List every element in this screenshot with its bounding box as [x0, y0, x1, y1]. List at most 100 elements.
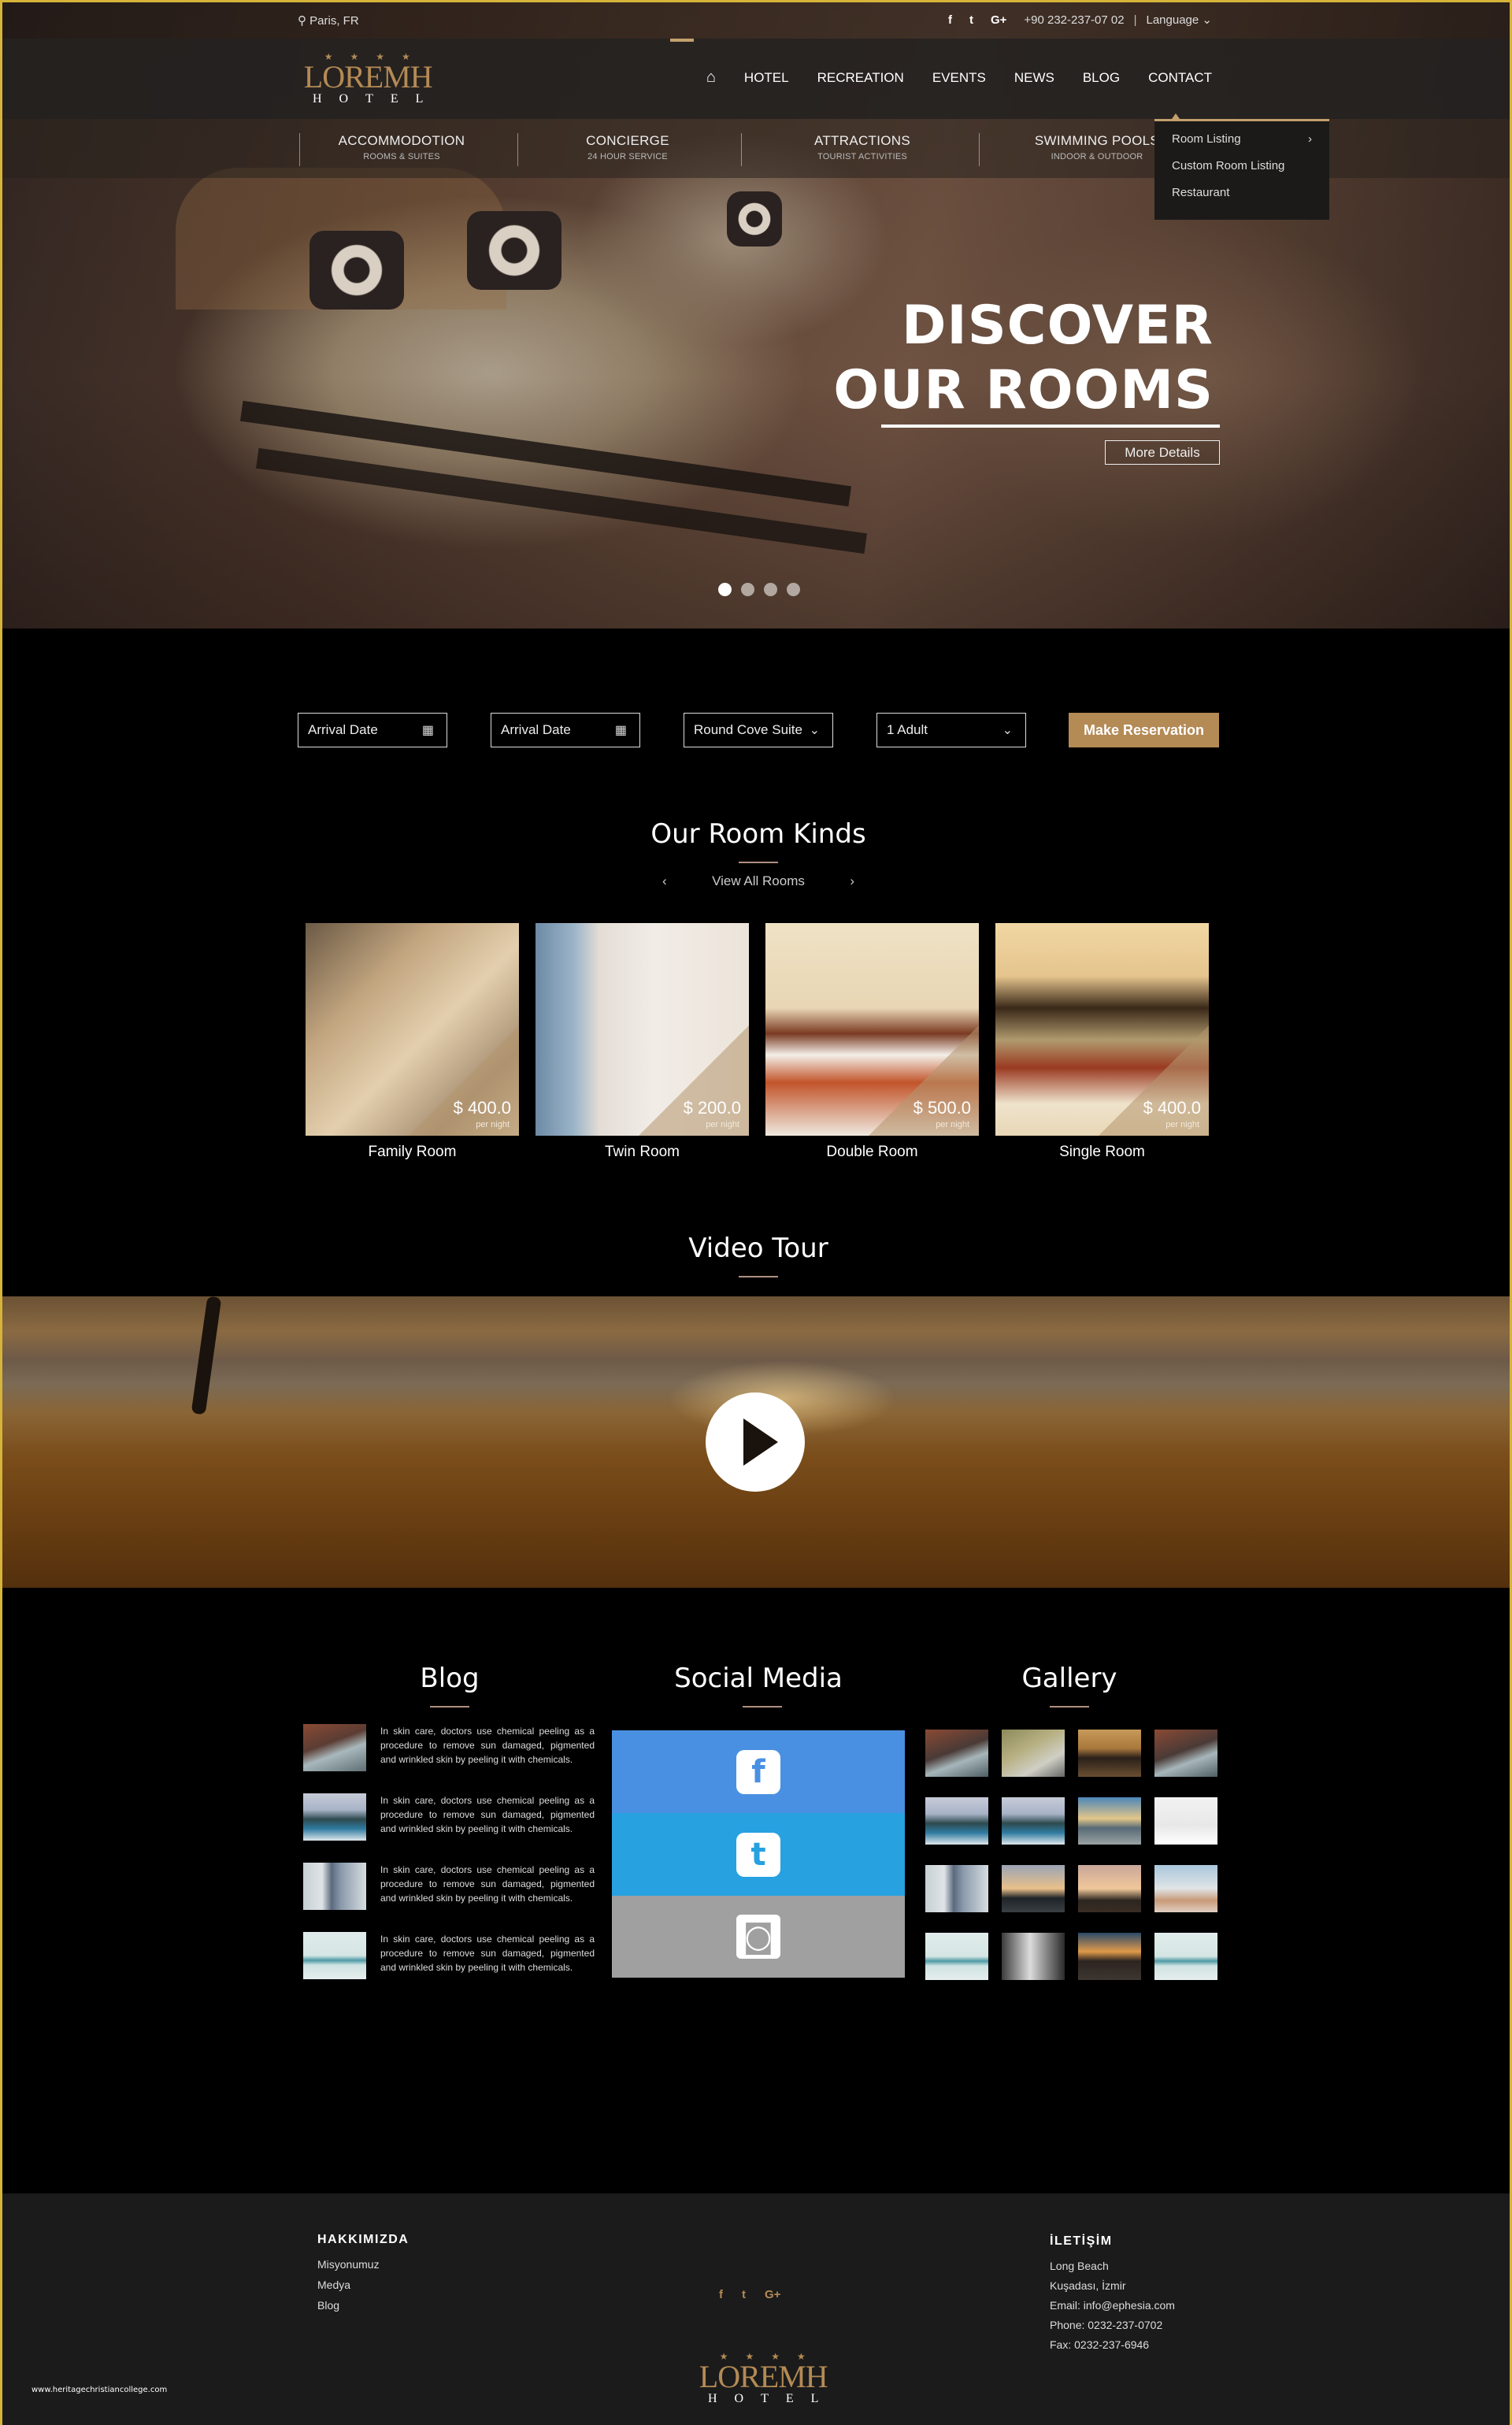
google-plus-icon[interactable]: G+	[765, 2288, 780, 2301]
gallery-thumbnail[interactable]	[1078, 1933, 1141, 1980]
hero-underline	[881, 425, 1220, 428]
twitter-icon[interactable]: t	[969, 13, 973, 27]
departure-date-input[interactable]: Arrival Date ▦	[491, 713, 640, 747]
gallery-thumbnail[interactable]	[1078, 1730, 1141, 1777]
blog-post[interactable]: In skin care, doctors use chemical peeli…	[303, 1932, 595, 1979]
hero-title: DISCOVER OUR ROOMS	[833, 294, 1214, 423]
dropdown-caret	[1172, 113, 1180, 119]
play-button-icon[interactable]	[706, 1392, 805, 1492]
gallery-thumbnail[interactable]	[1154, 1797, 1217, 1845]
room-name: Twin Room	[604, 1144, 680, 1160]
blog-post[interactable]: In skin care, doctors use chemical peeli…	[303, 1724, 595, 1771]
footer-link-misyonumuz[interactable]: Misyonumuz	[317, 2258, 380, 2271]
chevron-right-icon[interactable]: ›	[850, 873, 854, 889]
view-all-rooms-link[interactable]: View All Rooms	[712, 873, 805, 889]
nav-item-events[interactable]: EVENTS	[932, 70, 986, 86]
blog-post[interactable]: In skin care, doctors use chemical peeli…	[303, 1863, 595, 1910]
room-card[interactable]: $ 500.0 per night Double Room	[765, 923, 979, 1161]
room-card[interactable]: $ 400.0 per night Single Room	[995, 923, 1209, 1161]
top-bar-right: f t G+ +90 232-237-07 02 | Language ⌄	[948, 13, 1213, 28]
room-card[interactable]: $ 400.0 per night Family Room	[306, 923, 519, 1161]
room-price-unit: per night	[476, 1120, 510, 1129]
gallery-thumbnail[interactable]	[1002, 1797, 1065, 1845]
location: ⚲ Paris, FR	[298, 13, 359, 28]
location-text: Paris, FR	[309, 14, 359, 28]
social-instagram[interactable]: ◙	[612, 1896, 905, 1978]
gallery-thumbnail[interactable]	[1078, 1797, 1141, 1845]
subnav-title: ATTRACTIONS	[814, 133, 910, 148]
nav-item-recreation[interactable]: RECREATION	[817, 70, 904, 86]
facebook-icon[interactable]: f	[948, 13, 952, 27]
google-plus-icon[interactable]: G+	[991, 13, 1006, 27]
nav-item-news[interactable]: NEWS	[1014, 70, 1054, 86]
gallery-thumbnail[interactable]	[1154, 1933, 1217, 1980]
hero-image-pillow	[309, 231, 404, 310]
gallery-thumbnail[interactable]	[925, 1933, 988, 1980]
blog-section-title: Blog	[420, 1663, 480, 1694]
blog-excerpt: In skin care, doctors use chemical peeli…	[380, 1934, 595, 1973]
hero-title-line2: OUR ROOMS	[833, 359, 1214, 421]
logo[interactable]: ★★★★ LOREMH HOTEL	[295, 51, 440, 106]
gallery-thumbnail[interactable]	[1154, 1730, 1217, 1777]
room-price: $ 400.0	[1143, 1098, 1201, 1118]
home-icon[interactable]: ⌂	[706, 69, 716, 87]
dropdown-item-custom-room-listing[interactable]: Custom Room Listing	[1172, 159, 1312, 186]
chevron-down-icon: ⌄	[1002, 724, 1013, 737]
slider-dot[interactable]	[741, 583, 754, 596]
dropdown-item-label: Restaurant	[1172, 186, 1230, 199]
subnav-subtitle: 24 HOUR SERVICE	[587, 152, 668, 161]
make-reservation-button[interactable]: Make Reservation	[1069, 713, 1219, 747]
gallery-thumbnail[interactable]	[1154, 1865, 1217, 1912]
gallery-thumbnail[interactable]	[1002, 1865, 1065, 1912]
more-details-button[interactable]: More Details	[1105, 440, 1220, 465]
social-twitter[interactable]: t	[612, 1813, 905, 1896]
subnav-item-concierge[interactable]: CONCIERGE 24 HOUR SERVICE	[517, 133, 738, 161]
nav-item-contact[interactable]: CONTACT	[1148, 70, 1212, 86]
slider-dot[interactable]	[764, 583, 777, 596]
gallery-thumbnail[interactable]	[925, 1730, 988, 1777]
blog-post[interactable]: In skin care, doctors use chemical peeli…	[303, 1793, 595, 1841]
nav-item-hotel[interactable]: HOTEL	[744, 70, 789, 86]
arrival-date-input[interactable]: Arrival Date ▦	[298, 713, 447, 747]
gallery-thumbnail[interactable]	[1002, 1933, 1065, 1980]
subnav-item-accommodation[interactable]: ACCOMMODOTION ROOMS & SUITES	[291, 133, 512, 161]
blog-excerpt: In skin care, doctors use chemical peeli…	[380, 1795, 595, 1834]
dropdown-item-room-listing[interactable]: Room Listing ›	[1172, 132, 1312, 159]
video-section-title: Video Tour	[688, 1233, 828, 1264]
social-section-title: Social Media	[674, 1663, 843, 1694]
contact-email[interactable]: Email: info@ephesia.com	[1050, 2299, 1175, 2312]
facebook-icon: f	[736, 1749, 780, 1794]
slider-dot[interactable]	[787, 583, 800, 596]
section-rule	[430, 1706, 469, 1708]
language-dropdown[interactable]: Language ⌄	[1147, 13, 1213, 27]
section-rule	[739, 1276, 778, 1277]
subnav-item-attractions[interactable]: ATTRACTIONS TOURIST ACTIVITIES	[752, 133, 973, 161]
subnav-subtitle: TOURIST ACTIVITIES	[817, 152, 907, 161]
social-facebook[interactable]: f	[612, 1730, 905, 1813]
room-price: $ 200.0	[683, 1098, 741, 1118]
separator: |	[1133, 13, 1137, 27]
guests-select[interactable]: 1 Adult ⌄	[876, 713, 1026, 747]
hero-image-pillow	[467, 211, 561, 290]
calendar-icon: ▦	[421, 724, 434, 737]
footer-link-medya[interactable]: Medya	[317, 2279, 350, 2291]
gallery-thumbnail[interactable]	[925, 1797, 988, 1845]
blog-excerpt: In skin care, doctors use chemical peeli…	[380, 1726, 595, 1765]
footer-logo[interactable]: ★★★★ LOREMH HOTEL	[691, 2351, 836, 2406]
rooms-carousel-nav: ‹ View All Rooms ›	[662, 873, 854, 889]
gallery-thumbnail[interactable]	[925, 1865, 988, 1912]
nav-menu: ⌂ HOTEL RECREATION EVENTS NEWS BLOG CONT…	[706, 69, 1212, 87]
room-type-select[interactable]: Round Cove Suite ⌄	[684, 713, 833, 747]
room-card[interactable]: $ 200.0 per night Twin Room	[536, 923, 749, 1161]
footer-link-blog[interactable]: Blog	[317, 2299, 339, 2312]
gallery-thumbnail[interactable]	[1078, 1865, 1141, 1912]
gallery-section-title: Gallery	[1021, 1663, 1117, 1694]
dropdown-item-restaurant[interactable]: Restaurant	[1172, 186, 1312, 213]
facebook-icon[interactable]: f	[719, 2288, 723, 2301]
nav-item-blog[interactable]: BLOG	[1083, 70, 1120, 86]
gallery-thumbnail[interactable]	[1002, 1730, 1065, 1777]
chevron-left-icon[interactable]: ‹	[662, 873, 667, 889]
arrival-date-label: Arrival Date	[501, 722, 571, 737]
slider-dot-active[interactable]	[718, 583, 732, 596]
twitter-icon[interactable]: t	[742, 2288, 746, 2301]
